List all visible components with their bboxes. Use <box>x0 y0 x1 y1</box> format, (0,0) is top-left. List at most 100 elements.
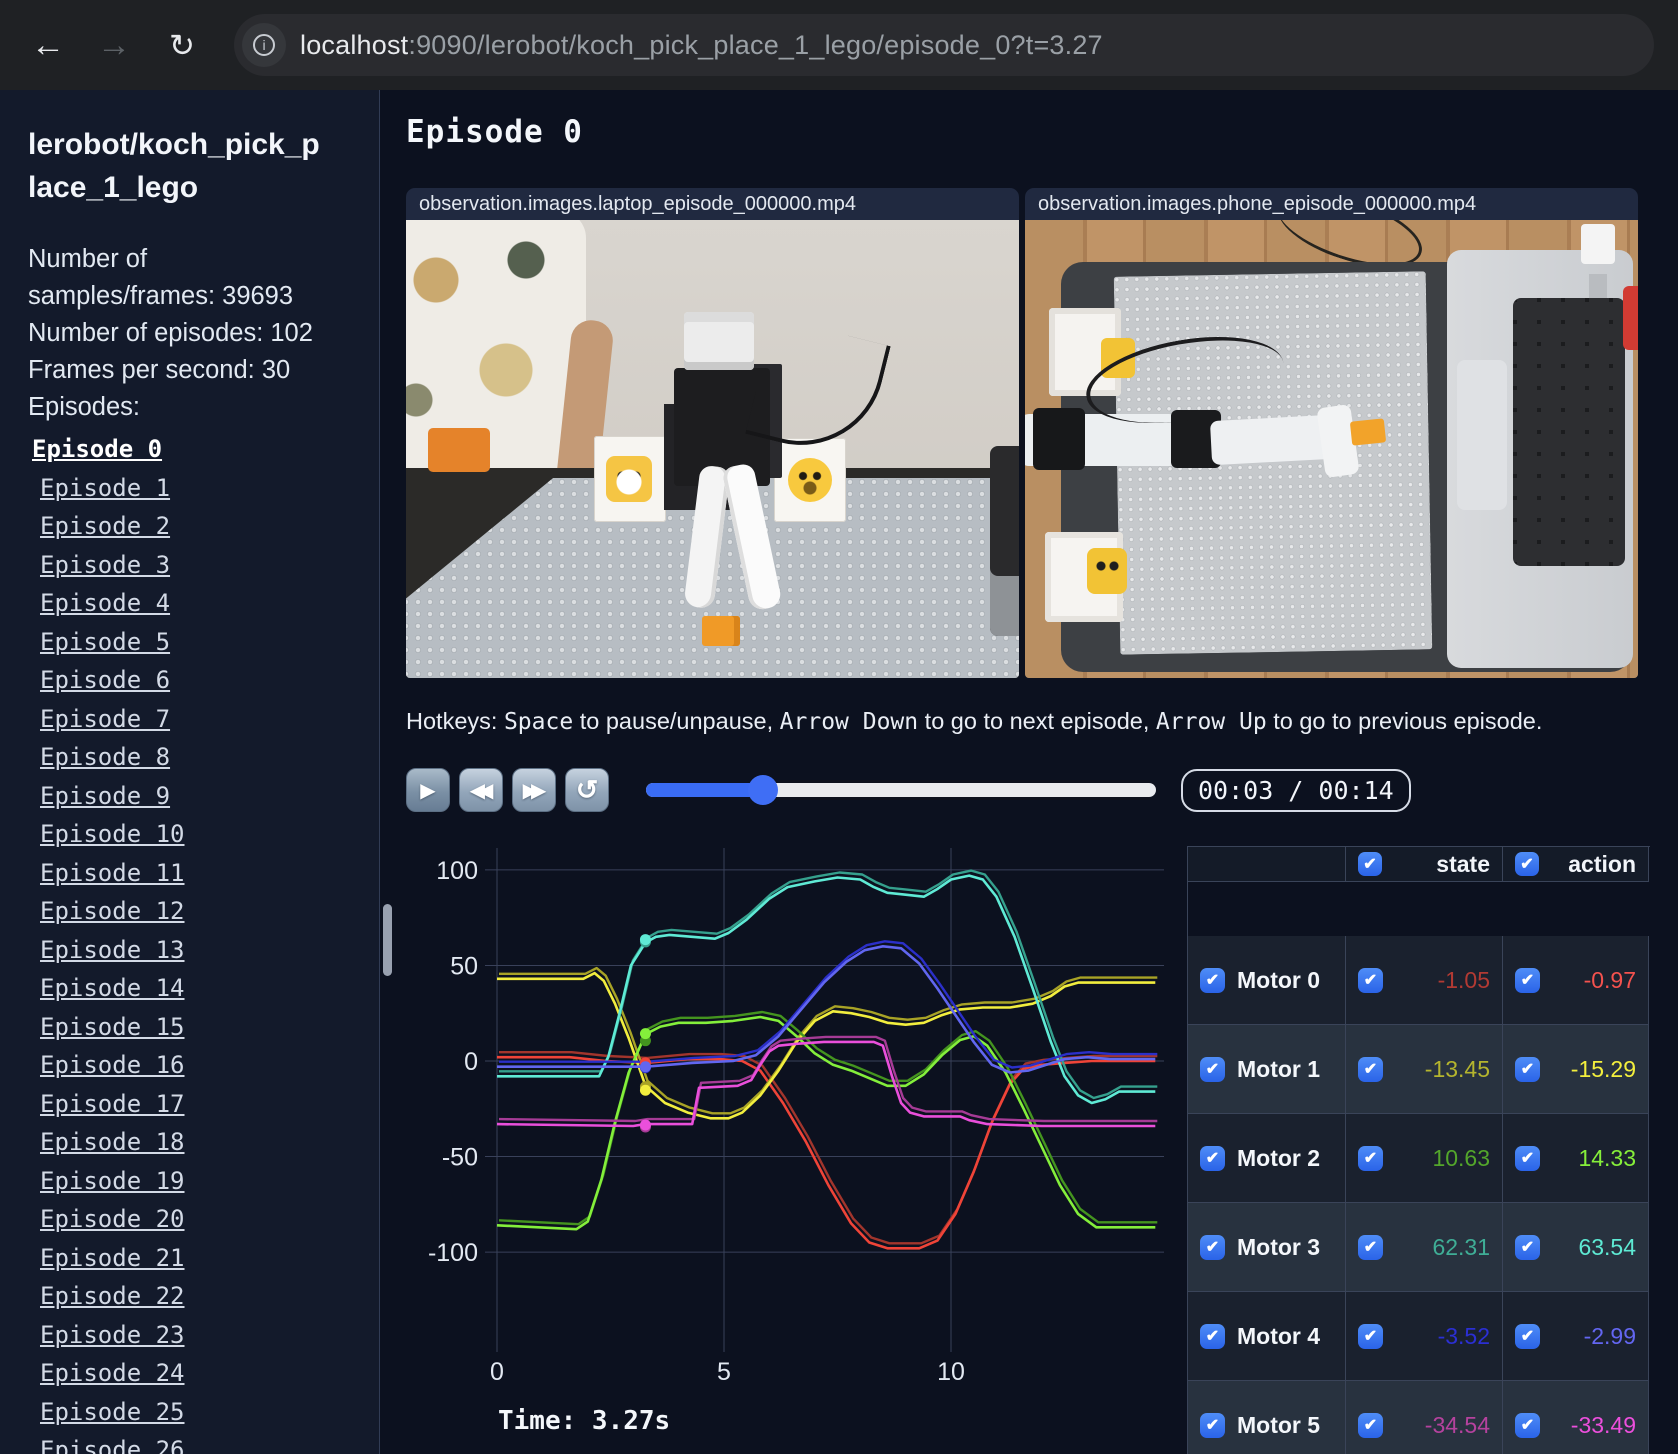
episode-link-11[interactable]: Episode 11 <box>40 859 185 887</box>
episode-list-item: Episode 0 <box>28 432 359 471</box>
motor-5-state-cell: ✔ -34.54 <box>1346 1381 1503 1454</box>
motor-4-state-checkbox[interactable]: ✔ <box>1358 1323 1383 1349</box>
motor-5-state-checkbox[interactable]: ✔ <box>1358 1412 1383 1438</box>
episode-link-1[interactable]: Episode 1 <box>40 474 170 502</box>
browser-forward-icon[interactable]: → <box>92 28 136 62</box>
seek-slider[interactable] <box>646 775 1156 805</box>
seek-thumb[interactable] <box>748 775 779 805</box>
action-value: 63.54 <box>1578 1233 1636 1260</box>
motor-2-action-checkbox[interactable]: ✔ <box>1515 1145 1540 1171</box>
state-column-checkbox[interactable]: ✔ <box>1358 852 1382 876</box>
episode-link-9[interactable]: Episode 9 <box>40 782 170 810</box>
smiley-sticker-icon <box>788 458 832 502</box>
episode-link-6[interactable]: Episode 6 <box>40 666 170 694</box>
episode-link-3[interactable]: Episode 3 <box>40 551 170 579</box>
browser-reload-icon[interactable]: ↻ <box>160 30 204 61</box>
episode-link-7[interactable]: Episode 7 <box>40 705 170 733</box>
motor-name: Motor 2 <box>1237 1144 1321 1171</box>
episode-list-item: Episode 6 <box>28 663 359 702</box>
dataset-title: lerobot/koch_pick_place_1_lego <box>28 128 320 204</box>
site-info-icon[interactable]: i <box>242 23 286 67</box>
motor-0-action-checkbox[interactable]: ✔ <box>1515 967 1540 993</box>
fast-forward-button[interactable]: ▶▶ <box>512 768 556 812</box>
action-column-checkbox[interactable]: ✔ <box>1515 852 1539 876</box>
motor-3-checkbox[interactable]: ✔ <box>1200 1234 1225 1260</box>
motor-0-checkbox[interactable]: ✔ <box>1200 967 1225 993</box>
motor-5-action-checkbox[interactable]: ✔ <box>1515 1412 1540 1438</box>
episode-link-10[interactable]: Episode 10 <box>40 820 185 848</box>
hotkeys-mid2: to go to next episode, <box>918 708 1156 734</box>
episode-link-2[interactable]: Episode 2 <box>40 512 170 540</box>
episode-link-22[interactable]: Episode 22 <box>40 1282 185 1310</box>
arm-joint1-art <box>1033 408 1085 470</box>
motor-2-checkbox[interactable]: ✔ <box>1200 1145 1225 1171</box>
dataset-stats: Number of samples/frames: 39693 Number o… <box>28 241 338 426</box>
browser-back-icon[interactable]: ← <box>26 28 70 62</box>
motor-3-action-checkbox[interactable]: ✔ <box>1515 1234 1540 1260</box>
episode-link-26[interactable]: Episode 26 <box>40 1436 185 1454</box>
episode-list-item: Episode 24 <box>28 1356 359 1395</box>
episode-link-12[interactable]: Episode 12 <box>40 897 185 925</box>
laptop-video[interactable] <box>406 220 1019 678</box>
episode-link-14[interactable]: Episode 14 <box>40 974 185 1002</box>
bottom-row: 100 50 0 -50 -100 0 5 10 Time: 3.27s ✔ state ✔ … <box>406 843 1678 1454</box>
loop-button[interactable]: ↺ <box>565 768 609 812</box>
episode-link-5[interactable]: Episode 5 <box>40 628 170 656</box>
episode-link-16[interactable]: Episode 16 <box>40 1051 185 1079</box>
svg-text:0: 0 <box>464 1048 478 1076</box>
episode-link-13[interactable]: Episode 13 <box>40 936 185 964</box>
motor-1-action-checkbox[interactable]: ✔ <box>1515 1056 1540 1082</box>
phone-video-label: observation.images.phone_episode_000000.… <box>1025 188 1638 220</box>
motor-0-action-cell: ✔ -0.97 <box>1503 936 1649 1025</box>
motor-5-checkbox[interactable]: ✔ <box>1200 1412 1225 1438</box>
motor-4-action-cell: ✔ -2.99 <box>1503 1292 1649 1381</box>
episodes-label: Episodes: <box>28 393 140 422</box>
episode-link-20[interactable]: Episode 20 <box>40 1205 185 1233</box>
motor-name: Motor 1 <box>1237 1055 1321 1082</box>
state-value: -3.52 <box>1437 1322 1490 1349</box>
rewind-button[interactable]: ◀◀ <box>459 768 503 812</box>
svg-text:100: 100 <box>436 857 478 885</box>
episode-link-18[interactable]: Episode 18 <box>40 1128 185 1156</box>
episode-list-item: Episode 15 <box>28 1010 359 1049</box>
episode-list-item: Episode 18 <box>28 1125 359 1164</box>
motor-row-4: ✔ Motor 4 <box>1188 1292 1346 1381</box>
episode-link-0[interactable]: Episode 0 <box>32 435 162 463</box>
address-bar[interactable]: i localhost:9090/lerobot/koch_pick_place… <box>234 14 1654 76</box>
play-button[interactable]: ▶ <box>406 768 450 812</box>
motor-name: Motor 5 <box>1237 1411 1321 1438</box>
motor-name: Motor 3 <box>1237 1233 1321 1260</box>
motor-4-action-checkbox[interactable]: ✔ <box>1515 1323 1540 1349</box>
motor-1-state-checkbox[interactable]: ✔ <box>1358 1056 1383 1082</box>
episode-list-item: Episode 12 <box>28 894 359 933</box>
player-controls: ▶ ◀◀ ▶▶ ↺ 00:03 / 00:14 <box>406 767 1678 813</box>
scrollbar-thumb[interactable] <box>383 904 392 976</box>
motor-1-action-cell: ✔ -15.29 <box>1503 1025 1649 1114</box>
episode-link-15[interactable]: Episode 15 <box>40 1013 185 1041</box>
episode-list-item: Episode 3 <box>28 548 359 587</box>
episode-list-item: Episode 25 <box>28 1395 359 1434</box>
episode-link-4[interactable]: Episode 4 <box>40 589 170 617</box>
phone-video[interactable] <box>1025 220 1638 678</box>
motor-1-checkbox[interactable]: ✔ <box>1200 1056 1225 1082</box>
svg-text:0: 0 <box>490 1358 504 1386</box>
state-column-label: state <box>1436 850 1490 877</box>
motor-2-state-checkbox[interactable]: ✔ <box>1358 1145 1383 1171</box>
arm-segment2-art <box>1209 414 1333 466</box>
episode-link-8[interactable]: Episode 8 <box>40 743 170 771</box>
episode-link-24[interactable]: Episode 24 <box>40 1359 185 1387</box>
action-value: -33.49 <box>1570 1411 1636 1438</box>
motor-row-0: ✔ Motor 0 <box>1188 936 1346 1025</box>
motor-0-state-cell: ✔ -1.05 <box>1346 936 1503 1025</box>
episode-link-25[interactable]: Episode 25 <box>40 1398 185 1426</box>
episode-link-17[interactable]: Episode 17 <box>40 1090 185 1118</box>
motor-0-state-checkbox[interactable]: ✔ <box>1358 967 1383 993</box>
laptop-video-label: observation.images.laptop_episode_000000… <box>406 188 1019 220</box>
episode-link-19[interactable]: Episode 19 <box>40 1167 185 1195</box>
motor-4-checkbox[interactable]: ✔ <box>1200 1323 1225 1349</box>
motor-3-state-checkbox[interactable]: ✔ <box>1358 1234 1383 1260</box>
state-value: -1.05 <box>1437 966 1490 993</box>
episode-link-23[interactable]: Episode 23 <box>40 1321 185 1349</box>
motor-chart[interactable]: 100 50 0 -50 -100 0 5 10 <box>406 843 1168 1388</box>
episode-link-21[interactable]: Episode 21 <box>40 1244 185 1272</box>
